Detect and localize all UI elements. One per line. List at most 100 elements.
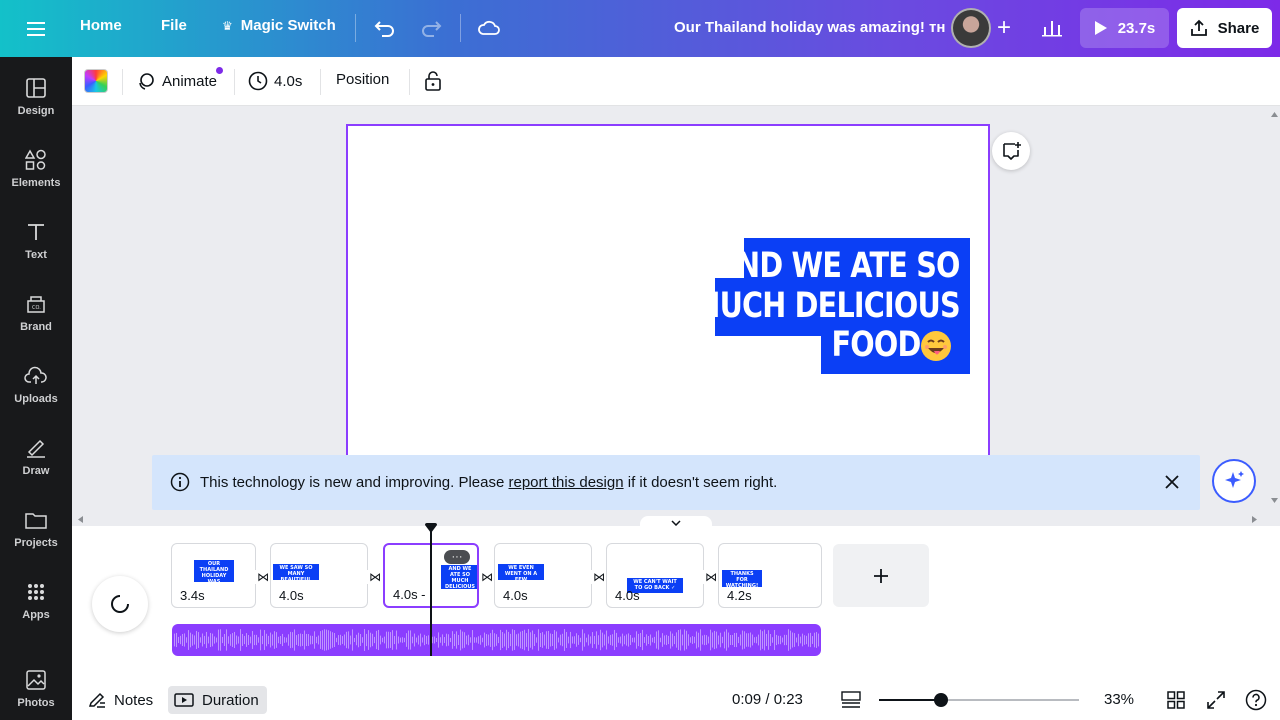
close-icon[interactable] [1162, 472, 1182, 492]
audio-track[interactable] [172, 624, 821, 656]
sidebar-item-label: Photos [17, 697, 55, 709]
sidebar-item-elements[interactable]: Elements [0, 143, 72, 205]
notes-label: Notes [114, 691, 154, 709]
scene-duration: 4.0s - [393, 587, 426, 602]
page-view-icon[interactable] [839, 688, 863, 712]
magic-assistant-sparkle-icon[interactable] [1212, 459, 1256, 503]
sidebar-item-uploads[interactable]: Uploads [0, 359, 72, 421]
playback-time: 0:09 / 0:23 [732, 691, 803, 708]
scene-thumbnail-text: WE EVEN WENT ON A FEW ADVENTURES [498, 564, 544, 580]
invite-plus-icon[interactable]: + [988, 12, 1020, 44]
zoom-level[interactable]: 33% [1104, 691, 1134, 708]
scene-thumbnail[interactable]: WE SAW SO MANY BEAUTIFUL PLACES 4.0s [270, 543, 368, 608]
position-button[interactable]: Position [336, 71, 389, 88]
animate-label: Animate [162, 72, 218, 90]
scene-duration: 4.0s [503, 588, 528, 603]
color-picker[interactable] [84, 69, 108, 93]
grid-icon [23, 579, 49, 605]
notes-icon [88, 692, 105, 708]
share-button[interactable]: Share [1177, 8, 1272, 48]
headline-line-3[interactable]: FOOD [831, 325, 921, 365]
yum-emoji-icon[interactable] [920, 330, 952, 367]
scene-thumbnail-text: AND WE ATE SO MUCH DELICIOUS FOOD [441, 565, 477, 589]
sidebar-item-label: Apps [22, 609, 50, 621]
magic-switch-label: Magic Switch [240, 17, 336, 34]
divider [122, 69, 123, 95]
lock-icon[interactable] [424, 71, 442, 91]
headline-line-1[interactable]: AND WE ATE SO [715, 246, 961, 286]
playhead-handle-icon[interactable] [425, 523, 437, 533]
shapes-icon [23, 147, 49, 173]
zoom-slider-handle[interactable] [934, 693, 948, 707]
context-toolbar: Animate 4.0s Position [72, 57, 1280, 106]
timing-button[interactable]: 4.0s [248, 71, 302, 91]
loading-spinner-icon [92, 576, 148, 632]
present-button[interactable]: 23.7s [1080, 8, 1169, 48]
timeline-panel: OUR THAILAND HOLIDAY WAS AMAZING ᴛʜ 3.4s… [72, 516, 1280, 678]
transition-icon[interactable]: ⋈ [479, 570, 495, 584]
transition-icon[interactable]: ⋈ [255, 570, 271, 584]
duration-button[interactable]: Duration [168, 686, 267, 714]
position-label: Position [336, 71, 390, 88]
sidebar-item-design[interactable]: Design [0, 71, 72, 133]
scene-thumbnail[interactable]: THANKS FOR WATCHING! 4.2s [718, 543, 822, 608]
play-duration: 23.7s [1117, 19, 1156, 37]
play-icon [1094, 21, 1107, 35]
sidebar-item-projects[interactable]: Projects [0, 503, 72, 565]
home-link[interactable]: Home [80, 17, 122, 34]
plus-icon [874, 568, 888, 583]
cloud-upload-icon [23, 363, 49, 389]
scene-thumbnail-text: WE SAW SO MANY BEAUTIFUL PLACES [273, 564, 319, 580]
transition-icon[interactable]: ⋈ [703, 570, 719, 584]
grid-view-icon[interactable] [1164, 688, 1188, 712]
scene-thumbnail[interactable]: WE CAN'T WAIT TO GO BACK ✓ 4.0s [606, 543, 704, 608]
vertical-scrollbar[interactable] [1268, 106, 1280, 512]
cloud-saved-icon[interactable] [476, 15, 502, 41]
document-title[interactable]: Our Thailand holiday was amazing! ᴛʜ [674, 19, 945, 36]
sidebar-item-apps[interactable]: Apps [0, 575, 72, 637]
scene-duration: 4.0s [615, 588, 640, 603]
image-icon [23, 667, 49, 693]
transition-icon[interactable]: ⋈ [367, 570, 383, 584]
sidebar-item-text[interactable]: Text [0, 215, 72, 277]
info-message-prefix: This technology is new and improving. Pl… [200, 474, 509, 491]
scene-thumbnail-text: OUR THAILAND HOLIDAY WAS AMAZING ᴛʜ [194, 560, 234, 582]
sidebar-item-label: Design [17, 105, 55, 117]
scene-thumbnail[interactable]: OUR THAILAND HOLIDAY WAS AMAZING ᴛʜ 3.4s [171, 543, 256, 608]
scene-duration: 3.4s [180, 588, 205, 603]
headline-line-2[interactable]: MUCH DELICIOUS [692, 286, 961, 326]
avatar[interactable] [951, 8, 991, 48]
scene-duration: 4.2s [727, 588, 752, 603]
text-icon [23, 219, 49, 245]
animate-button[interactable]: Animate [136, 71, 217, 91]
sidebar-item-label: Uploads [14, 393, 58, 405]
help-icon[interactable] [1244, 688, 1268, 712]
magic-switch-button[interactable]: ♛ Magic Switch [222, 17, 336, 34]
transition-icon[interactable]: ⋈ [591, 570, 607, 584]
share-icon [1190, 19, 1207, 36]
fullscreen-icon[interactable] [1204, 688, 1228, 712]
menu-icon[interactable] [22, 18, 50, 40]
sidebar-item-label: Brand [20, 321, 52, 333]
undo-icon[interactable] [372, 15, 398, 41]
sidebar: Design Elements Text CO. Brand Uploads D… [0, 57, 72, 720]
notes-button[interactable]: Notes [82, 686, 159, 714]
more-options-icon[interactable]: ··· [444, 550, 470, 564]
brand-icon: CO. [23, 291, 49, 317]
sidebar-item-photos[interactable]: Photos [0, 663, 72, 720]
add-comment-icon[interactable] [992, 132, 1030, 170]
layout-icon [23, 75, 49, 101]
insights-icon[interactable] [1034, 10, 1070, 46]
scene-thumbnail[interactable]: WE EVEN WENT ON A FEW ADVENTURES 4.0s [494, 543, 592, 608]
report-design-link[interactable]: report this design [509, 474, 624, 491]
sidebar-item-draw[interactable]: Draw [0, 431, 72, 493]
add-page-button[interactable] [833, 544, 929, 607]
collapse-timeline-chevron-icon[interactable] [640, 516, 712, 530]
sidebar-item-brand[interactable]: CO. Brand [0, 287, 72, 349]
file-menu[interactable]: File [161, 17, 187, 34]
divider [234, 69, 235, 95]
playhead[interactable] [430, 526, 432, 656]
duration-label: Duration [202, 691, 259, 709]
design-page[interactable]: AND WE ATE SO MUCH DELICIOUS FOOD [346, 124, 990, 468]
redo-icon[interactable] [418, 15, 444, 41]
